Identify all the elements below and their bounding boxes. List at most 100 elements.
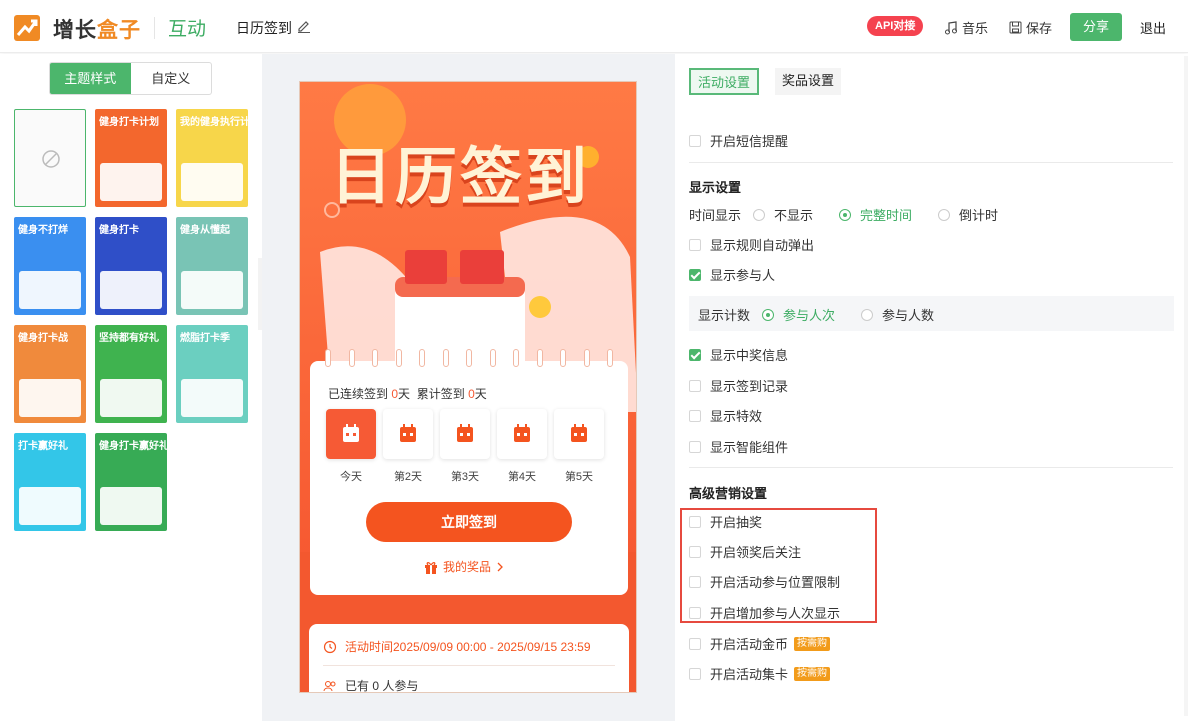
module-name: 互动 [168,19,207,40]
radio-option[interactable]: 完整时间 [839,205,912,224]
radio-option[interactable]: 倒计时 [938,205,998,224]
logo-icon [14,15,40,41]
theme-thumbnail[interactable]: 健身从懂起 [176,217,248,315]
theme-thumbnail[interactable]: 坚持都有好礼 [95,325,167,423]
exit-button[interactable]: 退出 [1140,18,1166,37]
checkbox[interactable] [689,238,701,251]
binder-ring [583,349,590,367]
binder-ring [372,349,378,367]
show-sign-record-option[interactable]: 显示签到记录 [689,376,788,395]
theme-title: 健身打卡战 [18,333,68,344]
radio[interactable] [753,208,766,221]
paid-tag: 按需购 [794,666,831,681]
checkbox[interactable] [689,667,701,680]
theme-thumbnail[interactable]: 我的健身执行计划 [176,109,248,207]
enable-coins-option[interactable]: 开启活动金币 按需购 [689,634,831,653]
theme-title: 坚持都有好礼 [99,333,159,344]
sign-in-button[interactable]: 立即签到 [366,502,572,542]
day-label: 第5天 [564,471,594,483]
checkbox[interactable] [689,515,701,528]
activity-title[interactable]: 日历签到 [236,18,292,38]
checkin-card: 已连续签到 0天 累计签到 0天 今天 第2天 第3天 第4天 第5天 立即签到 我的奖… [310,349,628,595]
day-tile [554,409,604,459]
checkbox[interactable] [689,134,701,147]
theme-title: 打卡赢好礼 [18,441,68,452]
binder-ring [348,349,355,367]
gift-icon [425,561,437,574]
checkbox[interactable] [689,545,701,558]
theme-card-preview [100,487,162,525]
checkbox[interactable] [689,637,701,650]
radio-selected[interactable] [762,308,775,321]
checkbox-checked[interactable] [689,348,701,361]
scrollbar[interactable] [1184,56,1188,716]
theme-title: 健身从懂起 [180,225,230,236]
advanced-settings-heading: 高级营销设置 [689,486,768,501]
display-settings-heading: 显示设置 [689,180,742,195]
radio-option[interactable]: 不显示 [753,205,813,224]
theme-thumbnail[interactable]: 健身不打烊 [14,217,86,315]
show-rules-popup-option[interactable]: 显示规则自动弹出 [689,235,814,254]
music-button[interactable]: 音乐 [944,18,988,37]
radio[interactable] [861,308,874,321]
theme-title: 我的健身执行计划 [180,117,248,128]
checkbox[interactable] [689,575,701,588]
theme-none[interactable] [14,109,86,207]
location-limit-option[interactable]: 开启活动参与位置限制 [689,572,840,591]
checkbox[interactable] [689,606,701,619]
sms-reminder-option[interactable]: 开启短信提醒 [689,131,788,150]
show-participants-option[interactable]: 显示参与人 [689,265,775,284]
calendar-icon [400,424,416,442]
tab-custom[interactable]: 自定义 [131,63,212,94]
show-smart-widget-option[interactable]: 显示智能组件 [689,437,788,456]
participants-text: 已有 0 人参与 [345,679,419,693]
activity-time: 活动时间2025/09/09 00:00 - 2025/09/15 23:59 [345,640,591,654]
binder-ring [325,349,331,367]
enable-lottery-option[interactable]: 开启抽奖 [689,512,762,531]
theme-thumbnail[interactable]: 燃脂打卡季 [176,325,248,423]
save-button[interactable]: 保存 [1009,18,1052,37]
radio-option[interactable]: 参与人数 [861,305,934,324]
checkbox[interactable] [689,379,701,392]
my-prize-link[interactable]: 我的奖品 [424,558,504,575]
add-participant-display-option[interactable]: 开启增加参与人次显示 [689,603,840,622]
checkbox-checked[interactable] [689,268,701,281]
show-win-info-option[interactable]: 显示中奖信息 [689,345,788,364]
theme-card-preview [100,271,162,309]
day-tile [326,409,376,459]
radio-selected[interactable] [839,208,852,221]
theme-thumbnail[interactable]: 健身打卡计划 [95,109,167,207]
api-badge[interactable]: API对接 [867,16,924,36]
theme-card-preview [181,271,243,309]
day-label: 第3天 [450,471,480,483]
theme-thumbnail[interactable]: 打卡赢好礼 [14,433,86,531]
checkbox[interactable] [689,440,701,453]
tab-activity-settings[interactable]: 活动设置 [689,68,760,95]
theme-thumbnail[interactable]: 健身打卡赢好礼 [95,433,167,531]
enable-cards-option[interactable]: 开启活动集卡 按需购 [689,664,831,683]
binder-ring [419,349,425,367]
edit-icon[interactable] [297,19,311,33]
theme-card-preview [181,379,243,417]
radio[interactable] [938,208,951,221]
binder-ring [560,349,566,367]
theme-title: 健身不打烊 [18,225,68,236]
phone-preview: 日历签到 已连续签到 0天 累计签到 0天 今天 第2天 第3天 第4天 第5天 立即签… [299,81,637,693]
divider [689,162,1173,163]
tab-prize-settings[interactable]: 奖品设置 [775,68,842,95]
calendar-icon [457,424,473,442]
share-button[interactable]: 分享 [1070,13,1122,41]
radio-option[interactable]: 参与人次 [762,305,835,324]
theme-card-preview [100,163,162,201]
time-display-group: 时间显示 不显示 完整时间 倒计时 [689,205,1024,224]
show-effects-option[interactable]: 显示特效 [689,406,762,425]
tab-theme-style[interactable]: 主题样式 [50,63,131,94]
paid-tag: 按需购 [794,636,831,651]
activity-info-card: 活动时间2025/09/09 00:00 - 2025/09/15 23:59 … [309,624,629,693]
theme-title: 健身打卡 [99,225,139,236]
theme-thumbnail[interactable]: 健身打卡 [95,217,167,315]
checkbox[interactable] [689,409,701,422]
save-icon [1009,21,1022,34]
follow-after-prize-option[interactable]: 开启领奖后关注 [689,542,801,561]
theme-thumbnail[interactable]: 健身打卡战 [14,325,86,423]
